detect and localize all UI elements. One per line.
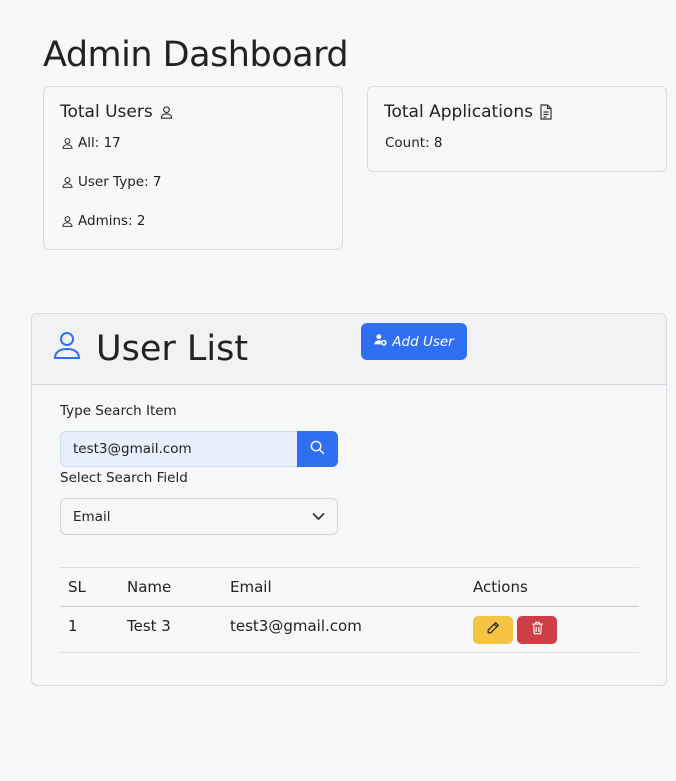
search-input[interactable] xyxy=(60,431,297,467)
stat-user-type: User Type: 7 xyxy=(61,174,162,190)
stat-all: All: 17 xyxy=(61,135,121,151)
user-icon xyxy=(61,176,74,189)
row-name: Test 3 xyxy=(127,617,171,635)
search-field-select[interactable]: Email xyxy=(60,498,338,535)
user-plus-icon xyxy=(374,333,387,350)
row-sl: 1 xyxy=(68,617,78,635)
user-list-title: User List xyxy=(52,324,248,374)
stat-admins-label: Admins: 2 xyxy=(78,213,146,229)
search-label: Type Search Item xyxy=(60,403,177,419)
users-table: SL Name Email Actions 1 Test 3 test3@gma… xyxy=(60,567,639,653)
file-text-icon xyxy=(539,104,553,120)
edit-button[interactable] xyxy=(473,616,513,644)
total-users-label: Total Users xyxy=(60,102,153,122)
user-list-panel: User List Add User Type Search Item Sele… xyxy=(31,313,667,686)
trash-icon xyxy=(531,621,544,639)
column-header-email: Email xyxy=(230,578,272,596)
page-title: Admin Dashboard xyxy=(43,35,349,75)
search-button[interactable] xyxy=(297,431,338,467)
row-email: test3@gmail.com xyxy=(230,617,362,635)
user-icon xyxy=(52,324,82,374)
total-users-title: Total Users xyxy=(60,102,174,122)
column-header-name: Name xyxy=(127,578,172,596)
search-field-selected: Email xyxy=(73,508,111,525)
column-header-actions: Actions xyxy=(473,578,528,596)
table-header: SL Name Email Actions xyxy=(60,568,639,607)
add-user-label: Add User xyxy=(392,333,454,350)
total-applications-title: Total Applications xyxy=(384,102,553,122)
column-header-sl: SL xyxy=(68,578,86,596)
applications-count: Count: 8 xyxy=(385,135,443,151)
chevron-down-icon xyxy=(312,509,325,525)
user-list-header: User List Add User xyxy=(32,314,666,385)
total-applications-label: Total Applications xyxy=(384,102,533,122)
stat-user-type-label: User Type: 7 xyxy=(78,174,162,190)
user-icon xyxy=(159,105,174,120)
total-applications-card: Total Applications Count: 8 xyxy=(367,86,667,172)
user-icon xyxy=(61,215,74,228)
table-row: 1 Test 3 test3@gmail.com xyxy=(60,607,639,653)
field-select-label: Select Search Field xyxy=(60,470,188,486)
pencil-icon xyxy=(486,621,500,639)
stat-admins: Admins: 2 xyxy=(61,213,146,229)
stat-all-label: All: 17 xyxy=(78,135,121,151)
user-icon xyxy=(61,137,74,150)
search-group xyxy=(60,431,338,467)
search-icon xyxy=(310,440,325,459)
user-list-title-text: User List xyxy=(96,329,249,369)
add-user-button[interactable]: Add User xyxy=(361,323,467,360)
delete-button[interactable] xyxy=(517,616,557,644)
total-users-card: Total Users All: 17 User Type: 7 Admins:… xyxy=(43,86,343,250)
